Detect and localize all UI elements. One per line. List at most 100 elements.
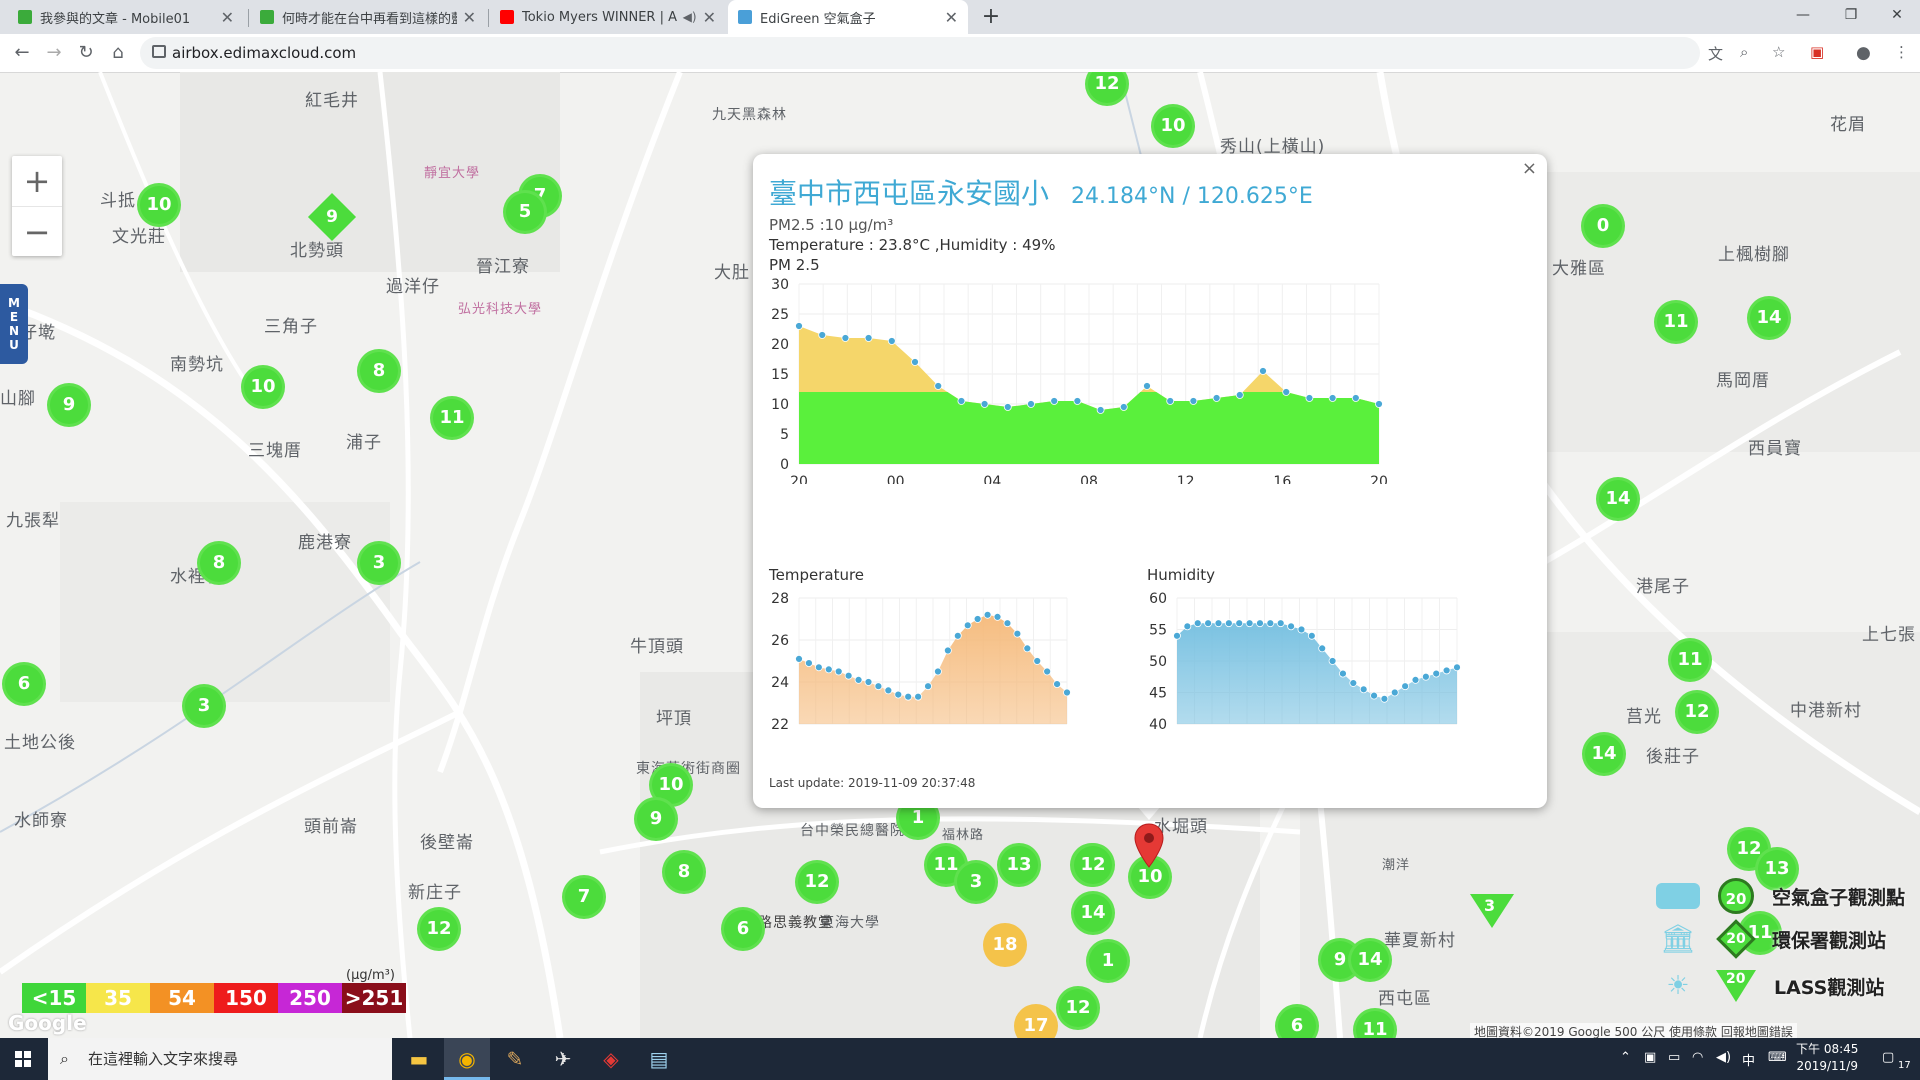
browser-tab[interactable]: 何時才能在台中再看到這樣的藍天 ✕ [250, 0, 486, 34]
taskbar-clock[interactable]: 下午 08:45 2019/11/9 [1796, 1041, 1858, 1075]
tab-title: Tokio Myers WINNER | ALL [522, 9, 677, 25]
airbox-marker[interactable]: 10 [1151, 104, 1195, 148]
zoom-in-button[interactable]: + [12, 156, 62, 207]
close-tab-icon[interactable]: ✕ [463, 8, 476, 27]
airbox-marker[interactable]: 7 [562, 875, 606, 919]
menu-kebab-icon[interactable]: ⋮ [1894, 43, 1909, 61]
y-tick-label: 50 [1149, 654, 1167, 670]
airbox-marker[interactable]: 11 [1654, 300, 1698, 344]
airbox-marker[interactable]: 14 [1596, 477, 1640, 521]
data-point [1266, 619, 1275, 628]
tray-chevron-icon[interactable]: ⌃ [1620, 1050, 1631, 1065]
zoom-icon[interactable]: ⌕ [1740, 43, 1748, 61]
airbox-marker[interactable]: 3 [954, 860, 998, 904]
temperature-chart-title: Temperature [769, 566, 865, 584]
clock-date: 2019/11/9 [1796, 1059, 1858, 1073]
forward-button[interactable]: → [40, 39, 68, 67]
tray-icon[interactable]: ▣ [1644, 1050, 1656, 1065]
close-window-button[interactable]: ✕ [1874, 0, 1920, 30]
airbox-marker[interactable]: 14 [1747, 296, 1791, 340]
airbox-marker[interactable]: 3 [182, 684, 226, 728]
lass-station-marker[interactable]: 3 [1470, 894, 1514, 928]
airbox-marker[interactable]: 9 [47, 383, 91, 427]
notification-count: 17 [1898, 1060, 1911, 1071]
popup-close-button[interactable]: × [1522, 158, 1537, 179]
app-icon[interactable]: ✎ [492, 1038, 538, 1080]
airbox-marker[interactable]: 10 [137, 183, 181, 227]
airbox-marker[interactable]: 12 [1071, 843, 1115, 887]
airbox-marker[interactable]: 6 [2, 662, 46, 706]
airbox-marker[interactable]: 14 [1348, 938, 1392, 982]
home-button[interactable]: ⌂ [104, 39, 132, 67]
airbox-marker[interactable]: 13 [997, 843, 1041, 887]
airbox-marker[interactable]: 8 [357, 349, 401, 393]
notification-icon[interactable]: ▢ [1882, 1050, 1894, 1065]
data-point [818, 331, 827, 339]
airbox-marker[interactable]: 8 [197, 541, 241, 585]
file-explorer-icon[interactable]: ▬ [396, 1038, 442, 1080]
data-point [1027, 400, 1035, 408]
location-pin-icon[interactable] [1134, 823, 1164, 869]
data-point [1318, 644, 1327, 653]
close-tab-icon[interactable]: ✕ [703, 8, 716, 27]
airbox-marker[interactable]: 11 [430, 396, 474, 440]
data-point [1214, 619, 1223, 628]
wifi-icon[interactable]: ◠ [1692, 1050, 1703, 1065]
minimize-button[interactable]: — [1780, 0, 1826, 30]
extension-icon[interactable]: ▣ [1810, 43, 1824, 61]
browser-tab[interactable]: 我參與的文章 - Mobile01 ✕ [8, 0, 244, 34]
airbox-marker[interactable]: 3 [357, 541, 401, 585]
volume-icon[interactable]: ◀) [1716, 1050, 1731, 1065]
reload-button[interactable]: ↻ [72, 39, 100, 67]
menu-tab[interactable]: M E N U [0, 284, 28, 364]
airbox-marker[interactable]: 6 [721, 907, 765, 951]
back-button[interactable]: ← [8, 39, 36, 67]
search-icon: ⌕ [60, 1049, 69, 1068]
windows-start-button[interactable] [0, 1038, 46, 1080]
close-tab-icon[interactable]: ✕ [221, 8, 234, 27]
translate-icon[interactable]: 文 [1708, 43, 1723, 64]
airbox-marker[interactable]: 18 [983, 923, 1027, 967]
zoom-control: + − [12, 156, 62, 256]
data-point [1401, 682, 1410, 691]
airbox-marker[interactable]: 11 [1668, 638, 1712, 682]
last-update-text: Last update: 2019-11-09 20:37:48 [769, 776, 976, 790]
airbox-marker[interactable]: 5 [503, 190, 547, 234]
profile-icon[interactable]: ● [1856, 43, 1871, 63]
airbox-marker[interactable]: 8 [662, 850, 706, 894]
new-tab-button[interactable]: + [978, 4, 1004, 30]
restore-button[interactable]: ❐ [1828, 0, 1874, 30]
airbox-marker[interactable]: 12 [417, 907, 461, 951]
app-icon[interactable]: ✈ [540, 1038, 586, 1080]
station-coordinates: 24.184°N / 120.625°E [1071, 184, 1313, 209]
airbox-marker[interactable]: 1 [1086, 939, 1130, 983]
keyboard-icon[interactable]: ⌨ [1768, 1050, 1787, 1065]
airbox-marker[interactable]: 9 [634, 797, 678, 841]
taskbar-search-input[interactable]: 在這裡輸入文字來搜尋 [48, 1038, 392, 1080]
airbox-marker[interactable]: 12 [795, 860, 839, 904]
airbox-marker[interactable]: 12 [1056, 986, 1100, 1030]
url-field[interactable]: airbox.edimaxcloud.com [140, 37, 1700, 69]
airbox-marker[interactable]: 14 [1582, 732, 1626, 776]
airbox-marker[interactable]: 10 [241, 365, 285, 409]
browser-tab-active[interactable]: EdiGreen 空氣盒子 ✕ [728, 0, 968, 34]
airbox-marker[interactable]: 12 [1675, 690, 1719, 734]
airbox-marker[interactable]: 14 [1071, 891, 1115, 935]
map-place-label: 上七張 [1862, 625, 1916, 645]
app-icon[interactable]: ▤ [636, 1038, 682, 1080]
y-tick-label: 5 [780, 427, 789, 443]
chrome-icon[interactable]: ◉ [444, 1038, 490, 1080]
airbox-marker[interactable]: 0 [1581, 204, 1625, 248]
epa-station-marker[interactable]: 9 [307, 192, 357, 242]
ime-indicator[interactable]: 中 [1742, 1050, 1755, 1069]
speaker-icon[interactable]: ◀) [683, 10, 697, 24]
map-place-label: 港尾子 [1636, 577, 1690, 597]
app-icon[interactable]: ◈ [588, 1038, 634, 1080]
bookmark-star-icon[interactable]: ☆ [1772, 43, 1785, 61]
tray-icon[interactable]: ▭ [1668, 1050, 1680, 1065]
data-point [1073, 397, 1082, 405]
close-tab-icon[interactable]: ✕ [945, 8, 958, 27]
browser-tab-bar: 我參與的文章 - Mobile01 ✕ 何時才能在台中再看到這樣的藍天 ✕ To… [0, 0, 1920, 34]
browser-tab[interactable]: Tokio Myers WINNER | ALL ◀) ✕ [490, 0, 726, 34]
zoom-out-button[interactable]: − [12, 207, 62, 257]
